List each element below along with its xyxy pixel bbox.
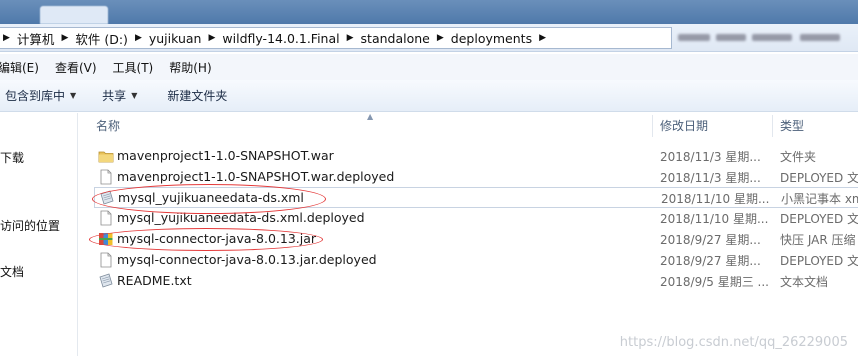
- menu-edit[interactable]: 编辑(E): [0, 59, 45, 76]
- ribbon-tab-blurred: [309, 6, 369, 24]
- share-label: 共享: [102, 89, 127, 103]
- file-row[interactable]: README.txt 2018/9/5 星期三 ... 文本文档: [94, 271, 858, 292]
- include-in-library-button[interactable]: 包含到库中 ▼: [5, 87, 76, 104]
- include-in-library-label: 包含到库中: [5, 89, 66, 103]
- breadcrumb-item-deployments[interactable]: deployments ▶: [447, 28, 549, 48]
- ribbon-tab-blurred: [560, 6, 620, 24]
- new-folder-button[interactable]: 新建文件夹: [167, 87, 227, 104]
- column-header-row: ▲ 名称 修改日期 类型: [80, 112, 858, 139]
- file-list: ▲ 名称 修改日期 类型 mavenproject1-1.0-SNAPSHOT.…: [80, 112, 858, 356]
- menu-tools[interactable]: 工具(T): [109, 59, 160, 76]
- breadcrumb[interactable]: ▶ 计算机 ▶ 软件 (D:) ▶ yujikuan ▶ wildfly-14.0.1…: [0, 27, 672, 49]
- ribbon-tabs-strip: [0, 0, 858, 24]
- chevron-down-icon: ▼: [70, 91, 77, 100]
- file-date: 2018/9/27 星期...: [660, 233, 761, 247]
- text-file-icon: [100, 190, 114, 205]
- command-toolbar: 包含到库中 ▼ 共享 ▼ 新建文件夹: [0, 80, 858, 112]
- file-name: mavenproject1-1.0-SNAPSHOT.war: [117, 148, 334, 163]
- nav-item-downloads[interactable]: 下载: [0, 149, 24, 166]
- ribbon-tab-blurred: [112, 6, 152, 24]
- column-divider[interactable]: [772, 115, 773, 137]
- file-name: mavenproject1-1.0-SNAPSHOT.war.deployed: [117, 169, 395, 184]
- share-button[interactable]: 共享 ▼: [102, 87, 137, 104]
- ribbon-tab-blurred: [245, 6, 285, 24]
- nav-item-recent-places[interactable]: 访问的位置: [0, 217, 60, 234]
- file-date: 2018/11/10 星期...: [661, 192, 770, 206]
- menu-bar: 编辑(E) 查看(V) 工具(T) 帮助(H): [0, 54, 858, 80]
- file-type: 文本文档: [780, 275, 829, 289]
- column-header-type[interactable]: 类型: [780, 113, 804, 139]
- ribbon-tab-blurred: [40, 6, 108, 24]
- file-name: README.txt: [117, 273, 192, 288]
- file-type: 小黑记事本 xml: [781, 192, 858, 206]
- text-file-icon: [99, 273, 113, 288]
- blank-file-icon: [100, 169, 112, 185]
- search-box-blurred[interactable]: [676, 27, 858, 49]
- navigation-pane: 下载 访问的位置 文档: [0, 113, 78, 356]
- file-type: DEPLOYED 文件: [780, 254, 858, 268]
- menu-help[interactable]: 帮助(H): [165, 59, 217, 76]
- ribbon-tab-blurred: [421, 6, 471, 24]
- file-row[interactable]: mysql_yujikuaneedata-ds.xml.deployed 201…: [94, 208, 858, 229]
- file-name: mysql-connector-java-8.0.13.jar: [117, 231, 317, 246]
- file-row[interactable]: mavenproject1-1.0-SNAPSHOT.war 2018/11/3…: [94, 146, 858, 167]
- address-bar: ▶ 计算机 ▶ 软件 (D:) ▶ yujikuan ▶ wildfly-14.0.1…: [0, 24, 858, 52]
- file-date: 2018/11/3 星期...: [660, 150, 761, 164]
- file-row[interactable]: mysql-connector-java-8.0.13.jar.deployed…: [94, 250, 858, 271]
- file-date: 2018/9/5 星期三 ...: [660, 275, 769, 289]
- sort-up-icon: ▲: [367, 112, 374, 121]
- file-name: mysql-connector-java-8.0.13.jar.deployed: [117, 252, 377, 267]
- archive-icon: [99, 233, 113, 245]
- file-date: 2018/9/27 星期...: [660, 254, 761, 268]
- breadcrumb-item-drive[interactable]: 软件 (D:) ▶: [71, 28, 145, 48]
- folder-icon: [98, 151, 114, 163]
- file-row[interactable]: mavenproject1-1.0-SNAPSHOT.war.deployed …: [94, 167, 858, 188]
- file-type: 快压 JAR 压缩: [780, 233, 856, 247]
- breadcrumb-item-computer[interactable]: 计算机 ▶: [13, 28, 71, 48]
- breadcrumb-item-wildfly[interactable]: wildfly-14.0.1.Final ▶: [218, 28, 356, 48]
- column-divider[interactable]: [652, 115, 653, 137]
- file-type: DEPLOYED 文件: [780, 212, 858, 226]
- file-name: mysql_yujikuaneedata-ds.xml.deployed: [117, 210, 365, 225]
- breadcrumb-root-arrow[interactable]: ▶: [0, 28, 13, 48]
- chevron-down-icon: ▼: [131, 91, 138, 100]
- file-type: DEPLOYED 文件: [780, 171, 858, 185]
- file-date: 2018/11/10 星期...: [660, 212, 769, 226]
- file-row-selected[interactable]: mysql_yujikuaneedata-ds.xml 2018/11/10 星…: [94, 187, 858, 208]
- file-row[interactable]: mysql-connector-java-8.0.13.jar 2018/9/2…: [94, 229, 858, 250]
- blank-file-icon: [100, 252, 112, 268]
- column-header-name[interactable]: 名称: [96, 113, 120, 139]
- menu-view[interactable]: 查看(V): [51, 59, 103, 76]
- ribbon-tab-blurred: [168, 6, 220, 24]
- column-header-modified[interactable]: 修改日期: [660, 113, 708, 139]
- nav-item-documents[interactable]: 文档: [0, 263, 24, 280]
- blank-file-icon: [100, 210, 112, 226]
- file-type: 文件夹: [780, 150, 817, 164]
- file-date: 2018/11/3 星期...: [660, 171, 761, 185]
- breadcrumb-item-yujikuan[interactable]: yujikuan ▶: [145, 28, 219, 48]
- ribbon-tab-blurred: [479, 6, 519, 24]
- file-name: mysql_yujikuaneedata-ds.xml: [118, 190, 304, 205]
- watermark: https://blog.csdn.net/qq_26229005: [619, 335, 848, 350]
- breadcrumb-item-standalone[interactable]: standalone ▶: [357, 28, 447, 48]
